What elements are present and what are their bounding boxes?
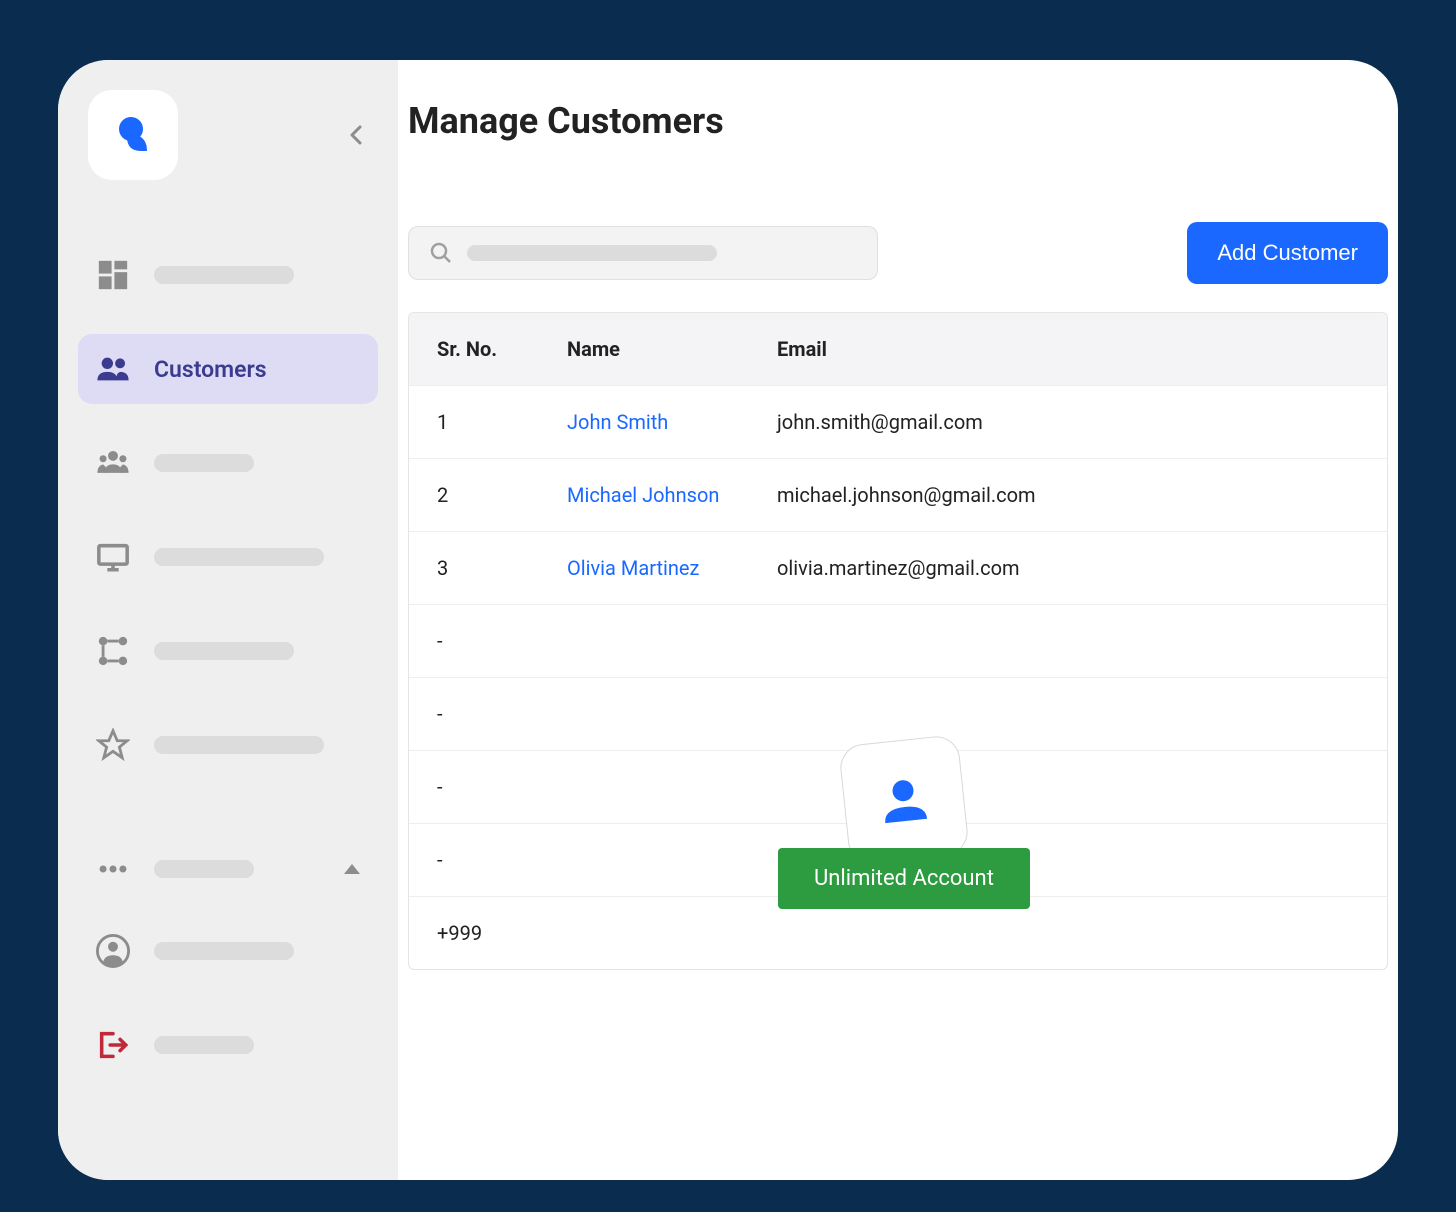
star-icon [96, 728, 130, 762]
customer-name-link[interactable]: John Smith [567, 410, 777, 434]
collapse-sidebar-button[interactable] [344, 123, 368, 147]
cell-email: john.smith@gmail.com [777, 410, 1359, 434]
app-window: Customers [58, 60, 1398, 1180]
sidebar-item-dashboard[interactable] [78, 240, 378, 310]
sidebar-item-nodes[interactable] [78, 616, 378, 686]
cell-more-count: +999 [437, 921, 567, 945]
sidebar-item-label: Customers [154, 356, 267, 383]
unlimited-account-badge: Unlimited Account [778, 848, 1030, 909]
cell-sr: - [437, 629, 567, 653]
cell-sr: 1 [437, 410, 567, 434]
app-logo[interactable] [88, 90, 178, 180]
col-header-name: Name [567, 337, 777, 361]
sidebar-item-label-placeholder [154, 1036, 254, 1054]
dashboard-icon [96, 258, 130, 292]
account-icon [96, 934, 130, 968]
customers-icon [96, 352, 130, 386]
chevron-left-icon [344, 123, 368, 147]
user-icon-card [838, 734, 970, 866]
sidebar-item-star[interactable] [78, 710, 378, 780]
sidebar-item-label-placeholder [154, 548, 324, 566]
table-row: 1 John Smith john.smith@gmail.com [409, 385, 1387, 458]
main-content: Manage Customers Add Customer Sr. No. Na… [398, 60, 1398, 1180]
table-row-placeholder: - [409, 604, 1387, 677]
screen-icon [96, 540, 130, 574]
sidebar-item-label-placeholder [154, 266, 294, 284]
sidebar-item-logout[interactable] [78, 1010, 378, 1080]
sidebar-item-group[interactable] [78, 428, 378, 498]
nodes-icon [96, 634, 130, 668]
page-title: Manage Customers [398, 100, 1398, 142]
customer-name-link[interactable]: Olivia Martinez [567, 556, 777, 580]
sidebar-item-account[interactable] [78, 916, 378, 986]
cell-sr: - [437, 702, 567, 726]
user-icon [873, 769, 935, 831]
search-placeholder [467, 245, 717, 261]
add-customer-button[interactable]: Add Customer [1187, 222, 1388, 284]
caret-up-icon [344, 864, 360, 874]
dots-icon [96, 852, 130, 886]
sidebar-item-screen[interactable] [78, 522, 378, 592]
cell-sr: - [437, 775, 567, 799]
table-row: 3 Olivia Martinez olivia.martinez@gmail.… [409, 531, 1387, 604]
sidebar-item-label-placeholder [154, 736, 324, 754]
sidebar-item-label-placeholder [154, 942, 294, 960]
sidebar-item-label-placeholder [154, 860, 254, 878]
overlay-promo: Unlimited Account [778, 740, 1030, 909]
search-icon [429, 241, 453, 265]
sidebar-item-more[interactable] [78, 834, 378, 904]
cell-email: olivia.martinez@gmail.com [777, 556, 1359, 580]
sidebar-header [78, 90, 378, 180]
cell-sr: - [437, 848, 567, 872]
logout-icon [96, 1028, 130, 1062]
table-header: Sr. No. Name Email [409, 313, 1387, 385]
table-row: 2 Michael Johnson michael.johnson@gmail.… [409, 458, 1387, 531]
logo-icon [111, 113, 155, 157]
cell-email: michael.johnson@gmail.com [777, 483, 1359, 507]
sidebar: Customers [58, 60, 398, 1180]
sidebar-item-label-placeholder [154, 454, 254, 472]
toolbar: Add Customer [398, 222, 1398, 284]
customer-name-link[interactable]: Michael Johnson [567, 483, 777, 507]
col-header-email: Email [777, 337, 1359, 361]
search-input[interactable] [408, 226, 878, 280]
sidebar-item-customers[interactable]: Customers [78, 334, 378, 404]
group-icon [96, 446, 130, 480]
sidebar-item-label-placeholder [154, 642, 294, 660]
cell-sr: 2 [437, 483, 567, 507]
cell-sr: 3 [437, 556, 567, 580]
col-header-sr: Sr. No. [437, 337, 567, 361]
